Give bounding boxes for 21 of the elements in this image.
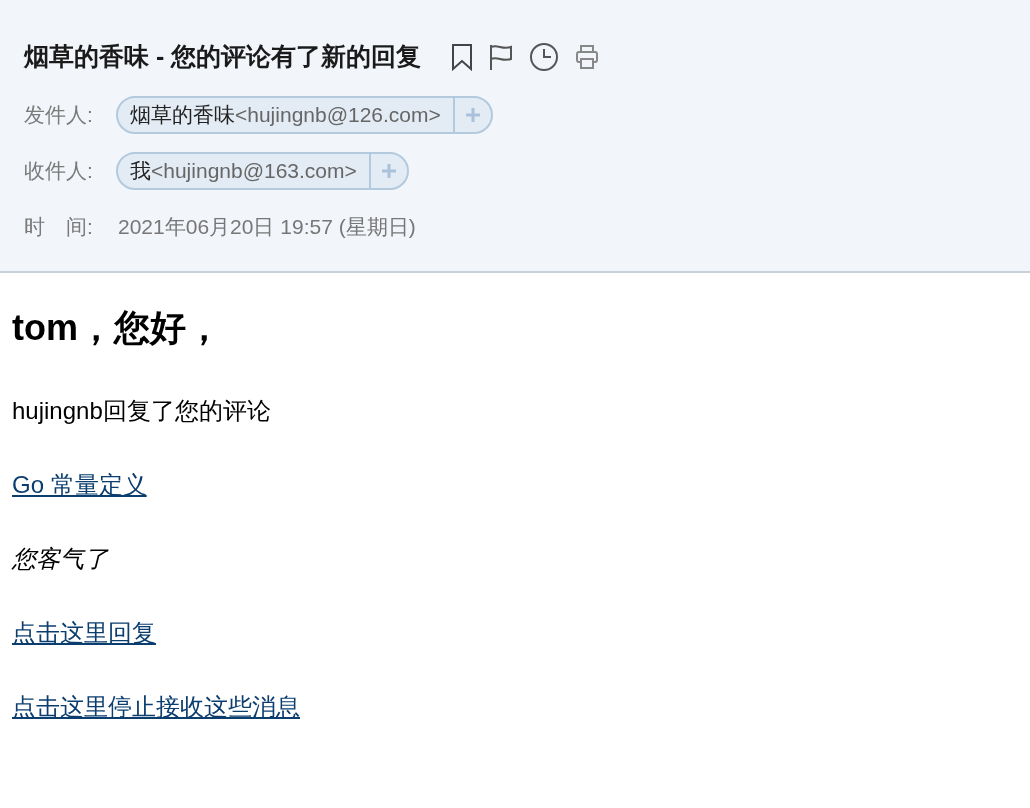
field-label: 收件人:: [24, 158, 94, 184]
message-link[interactable]: Go 常量定义: [12, 471, 147, 498]
contact-chip[interactable]: 烟草的香味<hujingnb@126.com>: [116, 96, 493, 134]
contact-chip[interactable]: 我<hujingnb@163.com>: [116, 152, 409, 190]
greeting-heading: tom，您好，: [12, 306, 223, 350]
flag-icon[interactable]: [489, 42, 514, 71]
plus-icon: [379, 162, 398, 180]
clock-icon[interactable]: [529, 41, 560, 72]
message-text: hujingnb回复了您的评论: [12, 397, 272, 425]
contact-text: 我<hujingnb@163.com>: [129, 158, 358, 184]
field-label: 发件人:: [24, 102, 94, 128]
print-icon[interactable]: [575, 43, 600, 70]
date-value: 2021年06月20日 19:57 (星期日): [118, 214, 416, 240]
email-subject: 烟草的香味 - 您的评论有了新的回复: [24, 41, 422, 72]
message-link[interactable]: 点击这里停止接收这些消息: [12, 693, 300, 720]
comment-text: 您客气了: [12, 545, 110, 573]
message-link[interactable]: 点击这里回复: [12, 619, 156, 646]
contact-text: 烟草的香味<hujingnb@126.com>: [129, 102, 442, 128]
field-label: 时 间:: [24, 214, 94, 240]
plus-icon: [463, 106, 482, 124]
bookmark-icon[interactable]: [451, 42, 474, 71]
